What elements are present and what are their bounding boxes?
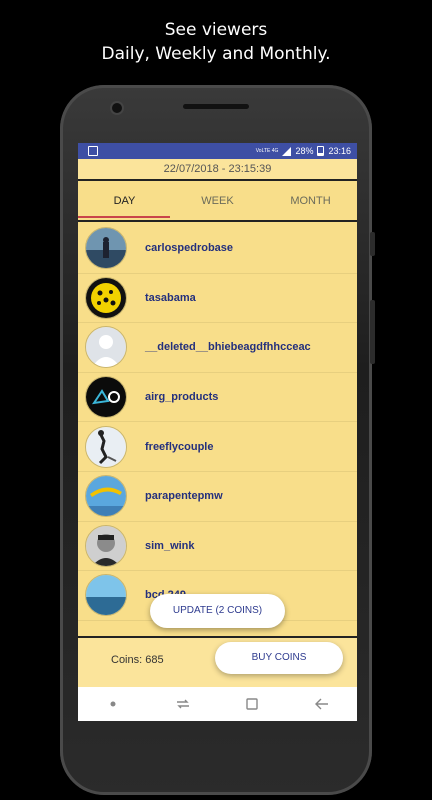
battery-percent: 28% [295,146,314,156]
list-item[interactable]: tasabama [78,274,357,324]
coins-balance: Coins: 685 [111,654,164,666]
username: freeflycouple [145,440,214,453]
period-tabs: DAY WEEK MONTH [78,182,357,222]
avatar [85,524,127,567]
promo-caption: See viewers Daily, Weekly and Monthly. [0,18,432,66]
signal-icon [282,146,292,156]
avatar [85,227,127,270]
app-screen: VoLTE 4G 28% 23:16 22/07/2018 - 23:15:39… [78,143,357,721]
earpiece-speaker [183,104,249,109]
phone-volume-button [370,300,375,364]
battery-icon [317,146,325,156]
bottom-bar: Coins: 685 BUY COINS [78,636,357,688]
tab-week[interactable]: WEEK [171,182,264,220]
front-camera [110,101,124,115]
clock: 23:16 [328,146,351,156]
tab-month[interactable]: MONTH [264,182,357,220]
avatar [85,276,127,319]
status-bar: VoLTE 4G 28% 23:16 [78,143,357,159]
avatar [85,326,127,369]
nav-dot-icon[interactable] [103,694,123,714]
phone-side-button [370,232,375,256]
update-button[interactable]: UPDATE (2 COINS) [150,594,285,628]
recents-switch-icon[interactable] [173,694,193,714]
list-item[interactable]: carlospedrobase [78,224,357,274]
back-icon[interactable] [312,694,332,714]
list-item[interactable]: airg_products [78,373,357,423]
avatar [85,574,127,617]
active-tab-indicator [78,216,170,218]
username: __deleted__bhiebeagdfhhcceac [145,341,311,354]
username: parapentepmw [145,490,223,503]
overview-icon[interactable] [242,694,262,714]
promo-line-1: See viewers [164,20,268,40]
tab-day[interactable]: DAY [78,182,171,220]
username: airg_products [145,391,219,404]
viewers-list[interactable]: carlospedrobase tasabama __deleted__bhie… [78,224,357,633]
system-nav-bar [78,687,357,721]
username: carlospedrobase [145,242,234,255]
list-item[interactable]: parapentepmw [78,472,357,522]
promo-line-2: Daily, Weekly and Monthly. [101,44,331,64]
network-indicator: VoLTE 4G [255,148,279,154]
avatar [85,475,127,518]
list-item[interactable]: freeflycouple [78,422,357,472]
avatar [85,376,127,419]
username: tasabama [145,291,196,304]
notification-icon [88,146,98,156]
list-item[interactable]: __deleted__bhiebeagdfhhcceac [78,323,357,373]
last-updated-datetime: 22/07/2018 - 23:15:39 [78,159,357,181]
avatar [85,425,127,468]
list-item[interactable]: sim_wink [78,522,357,572]
username: sim_wink [145,539,195,552]
buy-coins-button[interactable]: BUY COINS [215,642,343,674]
